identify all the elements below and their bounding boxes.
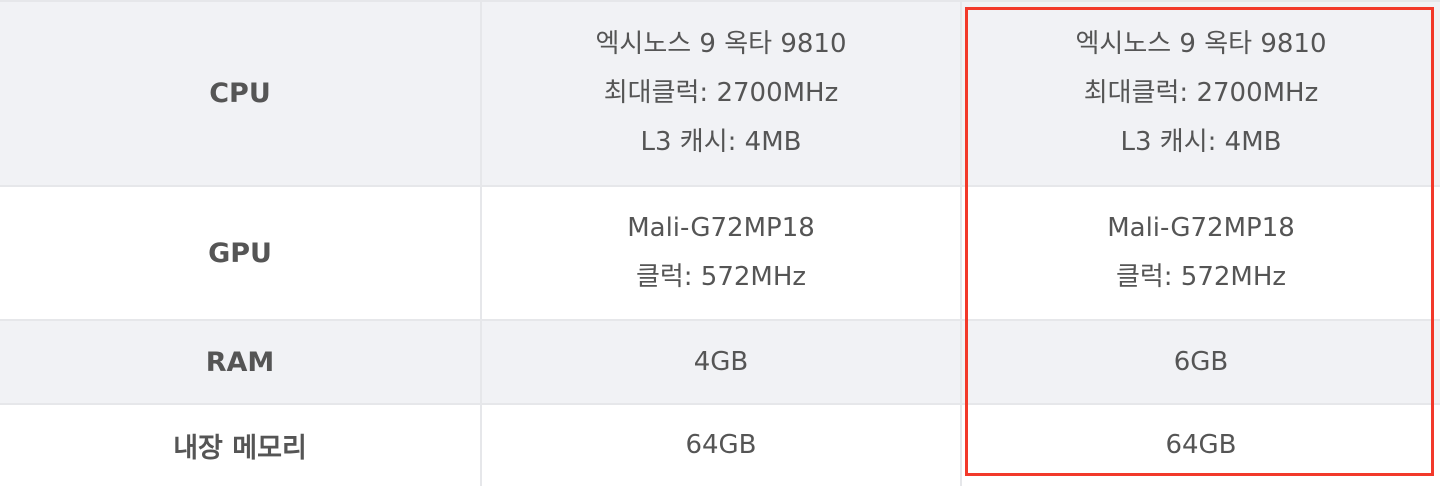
spec-cell-col2: 64GB [960,405,1440,486]
spec-cell-col1: 64GB [480,405,960,486]
row-label-cell: CPU [0,2,480,185]
row-label: CPU [209,78,271,109]
table-row-cpu: CPU 엑시노스 9 옥타 9810 최대클럭: 2700MHz L3 캐시: … [0,0,1440,185]
table-row-gpu: GPU Mali-G72MP18 클럭: 572MHz Mali-G72MP18… [0,185,1440,319]
spec-value: L3 캐시: 4MB [640,127,802,157]
spec-cell-col1: 4GB [480,321,960,403]
spec-cell-col2: Mali-G72MP18 클럭: 572MHz [960,187,1440,319]
spec-value: L3 캐시: 4MB [1120,127,1282,157]
spec-value: 64GB [685,430,757,460]
spec-cell-col1: Mali-G72MP18 클럭: 572MHz [480,187,960,319]
row-label: RAM [205,346,275,378]
spec-value: 클럭: 572MHz [635,262,807,292]
spec-value: 최대클럭: 2700MHz [1083,78,1319,108]
spec-value: Mali-G72MP18 [627,213,815,243]
spec-cell-col2: 6GB [960,321,1440,403]
spec-value: 엑시노스 9 옥타 9810 [1075,29,1327,59]
spec-cell-col1: 엑시노스 9 옥타 9810 최대클럭: 2700MHz L3 캐시: 4MB [480,2,960,185]
spec-value: 64GB [1165,430,1237,460]
spec-value: 최대클럭: 2700MHz [603,78,839,108]
row-label: 내장 메모리 [173,433,307,464]
row-label-cell: RAM [0,321,480,403]
table-row-ram: RAM 4GB 6GB [0,319,1440,403]
spec-value: 클럭: 572MHz [1115,262,1287,292]
row-label: GPU [208,237,272,269]
spec-value: 6GB [1173,346,1229,377]
spec-value: 엑시노스 9 옥타 9810 [595,29,847,59]
spec-cell-col2: 엑시노스 9 옥타 9810 최대클럭: 2700MHz L3 캐시: 4MB [960,2,1440,185]
row-label-cell: 내장 메모리 [0,405,480,486]
spec-value: 4GB [693,346,749,377]
spec-table: CPU 엑시노스 9 옥타 9810 최대클럭: 2700MHz L3 캐시: … [0,0,1440,486]
spec-value: Mali-G72MP18 [1107,213,1295,243]
row-label-cell: GPU [0,187,480,319]
table-row-storage: 내장 메모리 64GB 64GB [0,403,1440,486]
